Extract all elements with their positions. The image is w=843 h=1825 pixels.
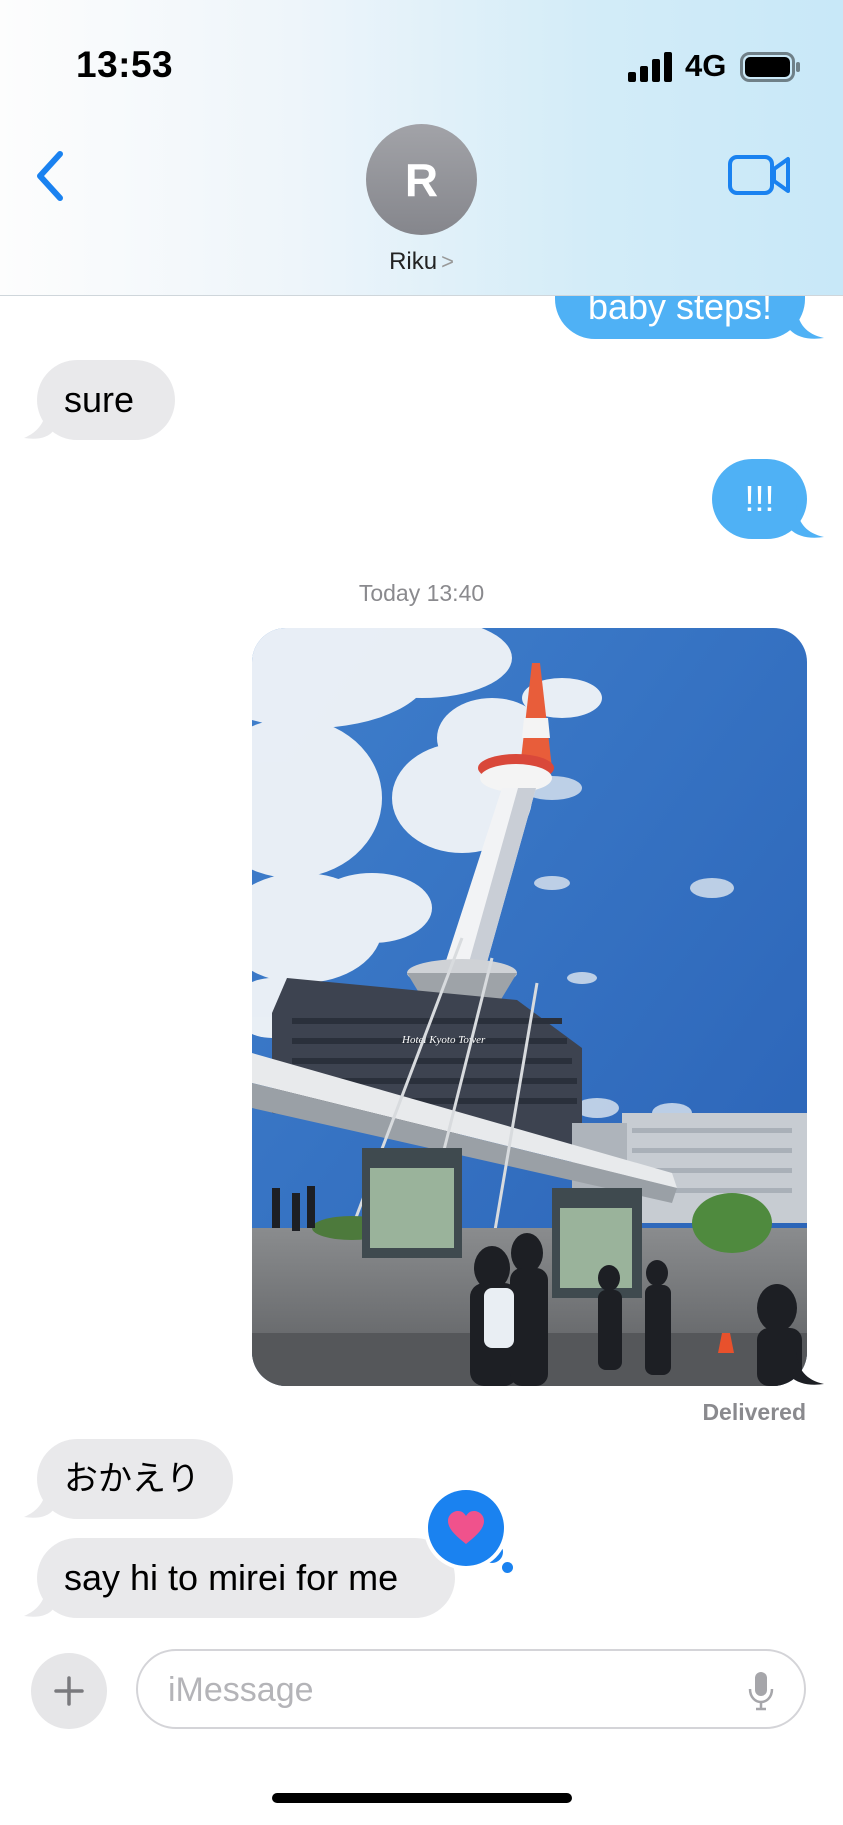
- plus-button[interactable]: [31, 1653, 107, 1729]
- contact-avatar[interactable]: R: [366, 124, 477, 235]
- message-bubble-incoming[interactable]: say hi to mirei for me: [37, 1538, 455, 1618]
- message-text: おかえり: [64, 1459, 200, 1499]
- heart-icon: [448, 1511, 484, 1544]
- video-camera-icon[interactable]: [728, 153, 790, 197]
- contact-name[interactable]: Riku >: [0, 248, 843, 276]
- message-text: sure: [64, 379, 135, 420]
- microphone-icon[interactable]: [748, 1671, 774, 1711]
- conversation-header: 13:53 4G R Riku >: [0, 0, 843, 296]
- message-text: !!!: [744, 478, 775, 519]
- chevron-left-icon[interactable]: [30, 148, 70, 204]
- network-type: 4G: [685, 48, 727, 83]
- plus-icon: [54, 1676, 84, 1706]
- message-composer[interactable]: [136, 1649, 806, 1729]
- message-input[interactable]: [166, 1651, 730, 1729]
- message-text: say hi to mirei for me: [64, 1557, 399, 1598]
- avatar-initial: R: [404, 153, 439, 206]
- tapback-dot: [502, 1562, 513, 1573]
- status-time: 13:53: [76, 44, 174, 85]
- message-bubble-incoming[interactable]: おかえり: [37, 1439, 233, 1519]
- home-indicator[interactable]: [272, 1793, 572, 1803]
- delivery-status: Delivered: [702, 1399, 806, 1425]
- bubble-tail: [24, 1485, 54, 1518]
- message-bubble-incoming[interactable]: sure: [37, 360, 175, 440]
- cellular-signal-icon: [628, 52, 672, 82]
- bubble-tail: [790, 306, 824, 339]
- bubble-tail: [24, 1584, 54, 1617]
- kyoto-tower-photo: Hotel Kyoto Tower: [252, 628, 807, 1386]
- tapback-reaction[interactable]: [428, 1490, 504, 1566]
- bubble-tail: [24, 406, 54, 439]
- message-timestamp: Today 13:40: [358, 580, 485, 606]
- contact-name-label: Riku: [389, 248, 438, 275]
- bubble-tail: [790, 505, 824, 538]
- chevron-right-icon: >: [441, 249, 454, 274]
- photo-attachment[interactable]: Hotel Kyoto Tower: [252, 628, 807, 1386]
- bubble-tail: [790, 1352, 824, 1385]
- battery-icon: [740, 52, 800, 82]
